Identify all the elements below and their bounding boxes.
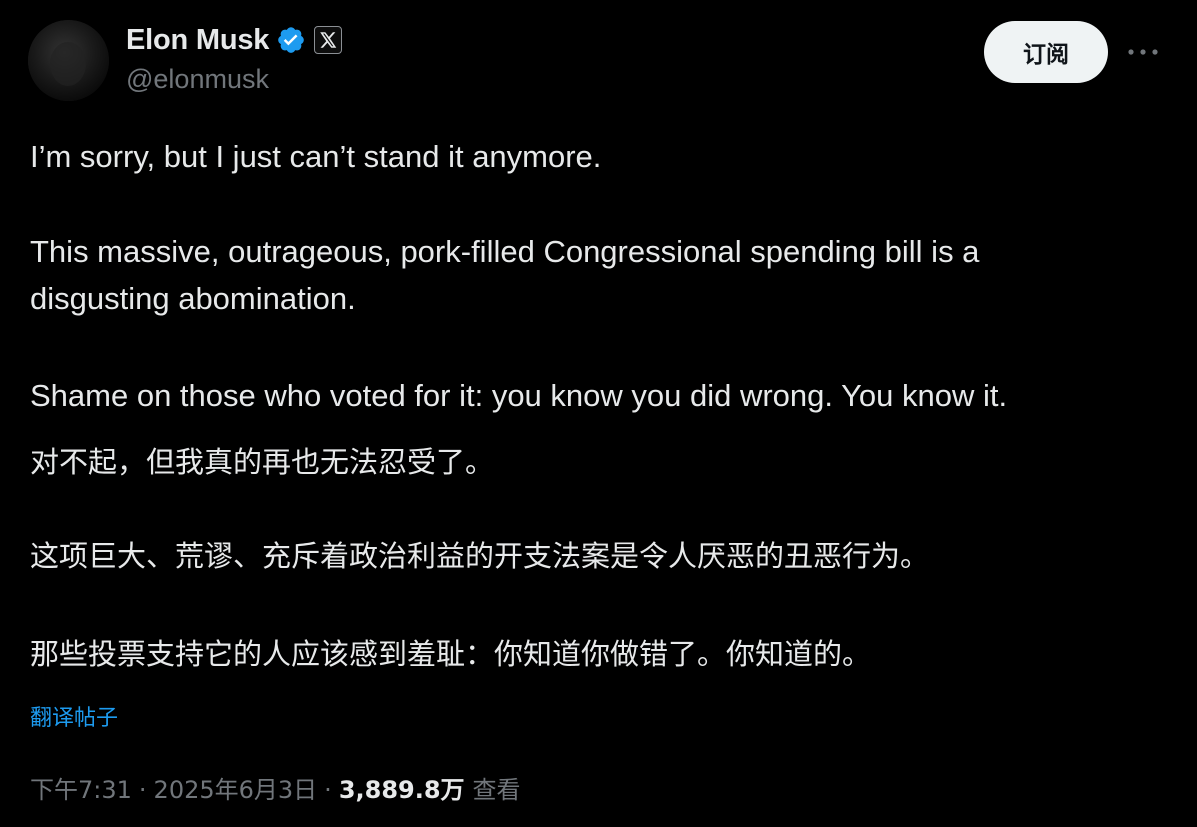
tweet-text-line-zh: 对不起，但我真的再也无法忍受了。 <box>30 445 495 479</box>
author-handle[interactable]: @elonmusk <box>126 64 269 95</box>
translate-post-link[interactable]: 翻译帖子 <box>30 700 118 732</box>
views-label: 查看 <box>472 776 521 804</box>
subscribe-button[interactable]: 订阅 <box>984 21 1108 83</box>
more-options-button[interactable] <box>1124 36 1162 68</box>
author-name-row: Elon Musk <box>126 22 343 58</box>
tweet-text-line: I’m sorry, but I just can’t stand it any… <box>30 139 602 174</box>
x-affiliate-badge-icon[interactable] <box>314 26 343 54</box>
tweet-text-line: This massive, outrageous, pork-filled Co… <box>30 234 980 269</box>
meta-separator: · <box>324 776 332 804</box>
more-horizontal-icon <box>1128 49 1158 55</box>
verified-badge-icon[interactable] <box>276 25 306 55</box>
tweet-text-line-zh: 这项巨大、荒谬、充斥着政治利益的开支法案是令人厌恶的丑恶行为。 <box>30 539 930 573</box>
avatar[interactable] <box>28 20 109 101</box>
post-time[interactable]: 下午7:31 <box>30 770 132 805</box>
tweet-text-line: Shame on those who voted for it: you kno… <box>30 378 1008 413</box>
tweet-text-line: disgusting abomination. <box>30 281 356 316</box>
views-count[interactable]: 3,889.8万 <box>339 770 465 805</box>
tweet-text-line-zh: 那些投票支持它的人应该感到羞耻：你知道你做错了。你知道的。 <box>30 637 872 671</box>
post-date[interactable]: 2025年6月3日 <box>154 770 318 805</box>
meta-separator: · <box>138 776 147 804</box>
tweet-meta: 下午7:31 · 2025年6月3日 · 3,889.8万 查看 <box>30 770 521 805</box>
author-display-name[interactable]: Elon Musk <box>126 24 269 57</box>
